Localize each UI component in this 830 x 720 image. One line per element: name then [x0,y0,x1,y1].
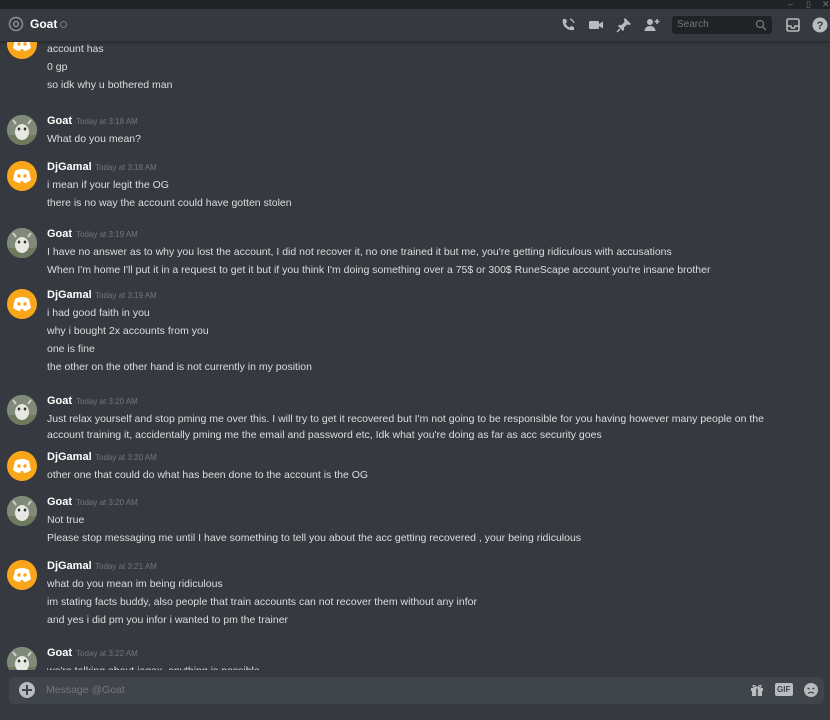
message-composer[interactable]: Message @Goat GIF [9,677,824,704]
discord-logo-avatar[interactable] [7,451,37,481]
offline-status-icon [60,21,67,28]
at-sign-icon [8,16,24,32]
add-friend-icon[interactable] [643,16,661,34]
message-group: Goat Today at 3:20 AM Not true Please stop … [0,496,830,547]
message-group: DjGamalaccount has0 gpso idk why u bothe… [0,42,830,94]
message-author[interactable]: Goat [47,395,72,408]
goat-avatar[interactable] [7,228,37,258]
message-text: Please stop messaging me until I have so… [47,532,582,544]
emoji-icon[interactable] [803,682,819,698]
message-text: I have no answer as to why you lost the … [47,246,672,258]
message-group: Goat Today at 3:22 AM we're talking about … [0,647,830,670]
message-input[interactable]: Message @Goat [46,684,125,696]
message-group: DjGamal Today at 3:18 AM i mean if your le… [0,161,830,212]
search-icon [755,19,767,31]
pin-icon[interactable] [615,16,633,34]
goat-avatar[interactable] [7,647,37,670]
message-timestamp: Today at 3:22 AM [76,649,138,658]
window-titlebar: – ▯ ✕ [0,0,830,9]
message-text: one is fine [47,343,95,355]
maximize-icon[interactable]: ▯ [806,0,811,9]
message-group: Goat Today at 3:20 AM Just relax yourself … [0,395,830,444]
message-timestamp: Today at 3:18 AM [76,117,138,126]
message-text: the other on the other hand is not curre… [47,361,312,373]
goat-avatar[interactable] [7,496,37,526]
svg-text:?: ? [817,20,824,32]
search-input[interactable]: Search [672,16,772,34]
channel-name: Goat [30,17,58,31]
message-text: What do you mean? [47,133,141,145]
message-text: so idk why u bothered man [47,79,173,91]
message-author[interactable]: Goat [47,115,72,128]
search-placeholder: Search [677,19,709,30]
message-author[interactable]: Goat [47,228,72,241]
inbox-icon[interactable] [784,16,802,34]
message-group: DjGamal Today at 3:21 AM what do you mean … [0,560,830,629]
message-text: 0 gp [47,61,68,73]
message-group: Goat Today at 3:19 AM I have no answer as … [0,228,830,279]
upload-plus-icon[interactable] [19,682,35,698]
message-author[interactable]: Goat [47,496,72,509]
message-text: im stating facts buddy, also people that… [47,596,477,608]
goat-avatar[interactable] [7,395,37,425]
message-text: account training it, accidentally pming … [47,429,602,441]
message-group: Goat Today at 3:18 AM What do you mean? [0,115,830,148]
gif-picker-button[interactable]: GIF [775,683,793,696]
channel-header: Goat Search ? [0,9,830,42]
message-author[interactable]: DjGamal [47,560,92,573]
message-text: other one that could do what has been do… [47,469,369,481]
message-author[interactable]: DjGamal [47,451,92,464]
message-timestamp: Today at 3:21 AM [95,562,157,571]
gift-icon[interactable] [749,682,765,698]
message-timestamp: Today at 3:19 AM [95,291,157,300]
message-timestamp: Today at 3:19 AM [76,230,138,239]
help-icon[interactable]: ? [811,16,829,34]
message-text: what do you mean im being ridiculous [47,578,223,590]
close-icon[interactable]: ✕ [822,0,830,9]
message-author[interactable]: DjGamal [47,289,92,302]
message-timestamp: Today at 3:20 AM [76,498,138,507]
message-timestamp: Today at 3:18 AM [95,163,157,172]
message-author[interactable]: DjGamal [47,161,92,174]
message-text: there is no way the account could have g… [47,197,292,209]
message-timestamp: Today at 3:20 AM [95,453,157,462]
message-author[interactable]: Goat [47,647,72,660]
message-text: Not true [47,514,85,526]
goat-avatar[interactable] [7,115,37,145]
discord-logo-avatar[interactable] [7,560,37,590]
message-group: DjGamal Today at 3:20 AM other one that co… [0,451,830,484]
message-text: i had good faith in you [47,307,150,319]
message-list[interactable]: DjGamal account has 0 gp so idk why u bothe… [0,42,830,670]
message-group: DjGamal Today at 3:19 AM i had good faith … [0,289,830,376]
discord-logo-avatar[interactable] [7,42,37,59]
discord-logo-avatar[interactable] [7,161,37,191]
message-text: account has [47,43,104,55]
message-text: Just relax yourself and stop pming me ov… [47,413,764,425]
minimize-icon[interactable]: – [788,0,793,9]
voice-call-icon[interactable] [559,16,577,34]
message-text: i mean if your legit the OG [47,179,169,191]
message-text: and yes i did pm you infor i wanted to p… [47,614,289,626]
message-text: why i bought 2x accounts from you [47,325,209,337]
video-call-icon[interactable] [587,16,605,34]
message-text: we're talking about jagex, anything is p… [47,664,260,670]
discord-logo-avatar[interactable] [7,289,37,319]
message-timestamp: Today at 3:20 AM [76,397,138,406]
message-text: When I'm home I'll put it in a request t… [47,264,711,276]
gif-label: GIF [777,685,791,694]
